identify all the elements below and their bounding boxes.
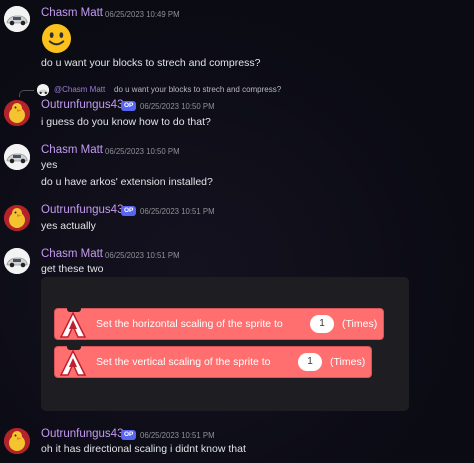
reply-preview-text[interactable]: do u want your blocks to strech and comp… <box>114 85 281 94</box>
message-text: do u want your blocks to strech and comp… <box>41 57 261 69</box>
block-value-input: 1 <box>310 315 334 333</box>
attachment-image[interactable]: Set the horizontal scaling of the sprite… <box>41 277 409 411</box>
author-name[interactable]: Outrunfungus43 <box>41 99 123 111</box>
op-badge: OP <box>121 430 137 440</box>
author-name[interactable]: Chasm Matt <box>41 7 103 19</box>
avatar-duck-icon[interactable] <box>4 428 30 454</box>
timestamp: 06/25/2023 10:51 PM <box>140 431 215 440</box>
block-label: Set the horizontal scaling of the sprite… <box>96 318 283 330</box>
message-text: yes actually <box>41 220 96 232</box>
slightly-smiling-face-icon <box>41 23 72 54</box>
reply-avatar-car-icon <box>37 84 49 96</box>
timestamp: 06/25/2023 10:51 PM <box>105 251 180 260</box>
reply-connector <box>19 90 34 97</box>
message-text: get these two <box>41 263 104 275</box>
chat-view: Chasm Matt 06/25/2023 10:49 PM do u want… <box>0 0 474 463</box>
timestamp: 06/25/2023 10:50 PM <box>105 147 180 156</box>
reply-mention[interactable]: @Chasm Matt <box>54 85 105 94</box>
message-text: do u have arkos' extension installed? <box>41 176 213 188</box>
op-badge: OP <box>121 206 137 216</box>
block-suffix: (Times) <box>342 318 378 330</box>
timestamp: 06/25/2023 10:49 PM <box>105 10 180 19</box>
scratch-block-horizontal-scaling: Set the horizontal scaling of the sprite… <box>54 308 384 340</box>
timestamp: 06/25/2023 10:50 PM <box>140 102 215 111</box>
block-label: Set the vertical scaling of the sprite t… <box>96 356 271 368</box>
author-name[interactable]: Chasm Matt <box>41 248 103 260</box>
author-name[interactable]: Outrunfungus43 <box>41 204 123 216</box>
a-logo-icon <box>59 311 87 338</box>
author-name[interactable]: Chasm Matt <box>41 144 103 156</box>
author-name[interactable]: Outrunfungus43 <box>41 428 123 440</box>
block-value-input: 1 <box>298 353 322 371</box>
block-suffix: (Times) <box>330 356 366 368</box>
timestamp: 06/25/2023 10:51 PM <box>140 207 215 216</box>
a-logo-icon <box>59 349 87 376</box>
avatar-car-icon[interactable] <box>4 144 30 170</box>
message-text: oh it has directional scaling i didnt kn… <box>41 443 246 455</box>
avatar-duck-icon[interactable] <box>4 205 30 231</box>
message-text: yes <box>41 159 58 171</box>
avatar-duck-icon[interactable] <box>4 100 30 126</box>
avatar-car-icon[interactable] <box>4 248 30 274</box>
op-badge: OP <box>121 101 137 111</box>
message-text: i guess do you know how to do that? <box>41 116 211 128</box>
avatar-car-icon[interactable] <box>4 6 30 32</box>
scratch-block-vertical-scaling: Set the vertical scaling of the sprite t… <box>54 346 372 378</box>
